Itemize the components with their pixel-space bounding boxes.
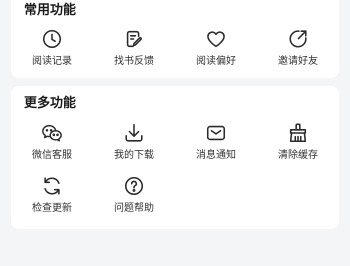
help-icon <box>123 175 145 197</box>
common-functions-title: 常用功能 <box>24 3 77 18</box>
invite-friends-button[interactable]: 邀请好友 <box>257 28 339 74</box>
heart-icon <box>205 28 227 50</box>
message-notification-label: 消息通知 <box>196 150 236 161</box>
book-feedback-label: 找书反馈 <box>114 56 154 67</box>
tools-page: 常用功能 阅读记录 找书反馈 阅读偏好 邀请好友 更多功能 微信客服 我的下载 … <box>0 0 350 266</box>
share-arrow-icon <box>287 28 309 50</box>
broom-icon <box>287 122 309 144</box>
mail-icon <box>205 122 227 144</box>
clear-cache-button[interactable]: 清除缓存 <box>257 122 339 168</box>
invite-friends-label: 邀请好友 <box>278 56 318 67</box>
help-button[interactable]: 问题帮助 <box>93 175 175 221</box>
my-downloads-label: 我的下载 <box>114 150 154 161</box>
more-functions-card: 更多功能 微信客服 我的下载 消息通知 清除缓存 检查更新 问题帮助 <box>11 86 339 229</box>
clear-cache-label: 清除缓存 <box>278 150 318 161</box>
clock-icon <box>41 28 63 50</box>
reading-preference-label: 阅读偏好 <box>196 56 236 67</box>
reading-preference-button[interactable]: 阅读偏好 <box>175 28 257 74</box>
refresh-icon <box>41 175 63 197</box>
message-notification-button[interactable]: 消息通知 <box>175 122 257 168</box>
download-icon <box>123 122 145 144</box>
common-functions-card: 常用功能 阅读记录 找书反馈 阅读偏好 邀请好友 <box>11 0 339 78</box>
reading-history-button[interactable]: 阅读记录 <box>11 28 93 74</box>
common-functions-grid: 阅读记录 找书反馈 阅读偏好 邀请好友 <box>11 28 339 74</box>
my-downloads-button[interactable]: 我的下载 <box>93 122 175 168</box>
more-functions-grid: 微信客服 我的下载 消息通知 清除缓存 检查更新 问题帮助 <box>11 122 339 221</box>
wechat-service-label: 微信客服 <box>32 150 72 161</box>
help-label: 问题帮助 <box>114 203 154 214</box>
wechat-service-button[interactable]: 微信客服 <box>11 122 93 168</box>
check-update-label: 检查更新 <box>32 203 72 214</box>
more-functions-title: 更多功能 <box>24 96 77 111</box>
reading-history-label: 阅读记录 <box>32 56 72 67</box>
edit-note-icon <box>123 28 145 50</box>
book-feedback-button[interactable]: 找书反馈 <box>93 28 175 74</box>
wechat-icon <box>41 122 63 144</box>
check-update-button[interactable]: 检查更新 <box>11 175 93 221</box>
